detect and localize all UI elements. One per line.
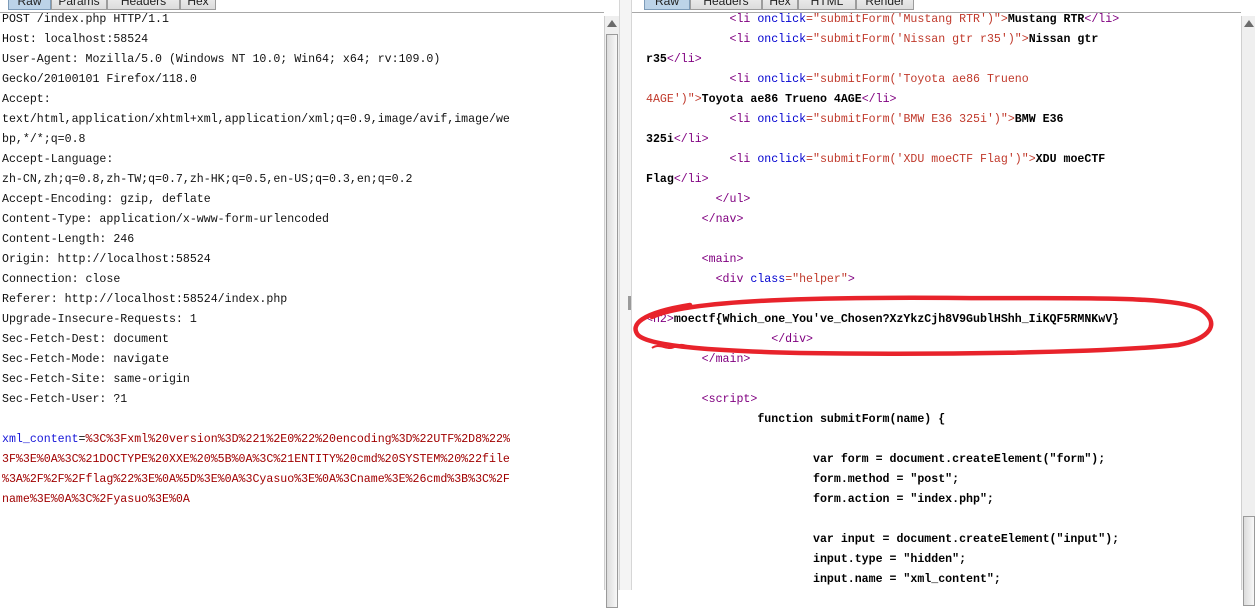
header-sec-fetch-dest: Sec-Fetch-Dest: document bbox=[2, 333, 169, 346]
request-panel: Raw Params Headers Hex POST /index.php H… bbox=[0, 0, 604, 590]
nav-close: </nav> bbox=[701, 213, 744, 226]
header-accept-value-cont: bp,*/*;q=0.8 bbox=[2, 133, 86, 146]
script-line: input.type = "hidden"; bbox=[812, 553, 967, 566]
script-line: form.action = "index.php"; bbox=[812, 493, 994, 506]
main-close: </main> bbox=[701, 353, 751, 366]
request-line: POST /index.php HTTP/1.1 bbox=[2, 13, 169, 26]
li-item: <li onclick="submitForm('Toyota ae86 Tru… bbox=[729, 73, 1029, 86]
header-referer: Referer: http://localhost:58524/index.ph… bbox=[2, 293, 288, 306]
response-editor[interactable]: <li onclick="submitForm('Mustang RTR')">… bbox=[646, 10, 1119, 590]
helper-div-open: <div class="helper"> bbox=[715, 273, 855, 286]
header-content-length: Content-Length: 246 bbox=[2, 233, 135, 246]
scroll-thumb[interactable] bbox=[1243, 516, 1255, 606]
body-param-value-1: %3C%3Fxml%20version%3D%221%2E0%22%20enco… bbox=[85, 433, 510, 446]
main-open: <main> bbox=[701, 253, 744, 266]
header-accept-language: Accept-Language: bbox=[2, 153, 114, 166]
li-item-wrap: Flag bbox=[646, 173, 674, 186]
scroll-up-arrow-icon[interactable] bbox=[607, 20, 617, 27]
header-sec-fetch-site: Sec-Fetch-Site: same-origin bbox=[2, 373, 190, 386]
tab-headers[interactable]: Headers bbox=[107, 0, 180, 10]
tab-html[interactable]: HTML bbox=[798, 0, 856, 10]
li-item: <li onclick="submitForm('Nissan gtr r35'… bbox=[729, 33, 1099, 46]
body-param-value-2: 3F%3E%0A%3C%21DOCTYPE%20XXE%20%5B%0A%3C%… bbox=[2, 453, 510, 466]
splitter-grip-icon[interactable] bbox=[628, 296, 631, 310]
header-connection: Connection: close bbox=[2, 273, 121, 286]
tab-raw[interactable]: Raw bbox=[8, 0, 51, 10]
li-item: <li onclick="submitForm('XDU moeCTF Flag… bbox=[729, 153, 1106, 166]
tab-hex[interactable]: Hex bbox=[180, 0, 216, 10]
header-user-agent-cont: Gecko/20100101 Firefox/118.0 bbox=[2, 73, 197, 86]
scroll-thumb[interactable] bbox=[606, 34, 618, 608]
response-scrollbar[interactable] bbox=[1241, 16, 1255, 606]
ul-close: </ul> bbox=[715, 193, 751, 206]
body-param-value-3: %3A%2F%2F%2Fflag%22%3E%0A%5D%3E%0A%3Cyas… bbox=[2, 473, 510, 486]
li-item-wrap: 4AGE' bbox=[646, 93, 681, 106]
header-host: Host: localhost:58524 bbox=[2, 33, 149, 46]
body-param-eq: = bbox=[78, 433, 86, 446]
li-item-wrap: 325i bbox=[646, 133, 674, 146]
header-origin: Origin: http://localhost:58524 bbox=[2, 253, 211, 266]
header-accept-language-value: zh-CN,zh;q=0.8,zh-TW;q=0.7,zh-HK;q=0.5,e… bbox=[2, 173, 413, 186]
header-accept: Accept: bbox=[2, 93, 51, 106]
helper-div-close: </div> bbox=[771, 333, 813, 346]
tab-hex[interactable]: Hex bbox=[762, 0, 798, 10]
header-sec-fetch-user: Sec-Fetch-User: ?1 bbox=[2, 393, 128, 406]
flag-text: moectf{Which_one_You've_Chosen?XzYkzCjh8… bbox=[673, 313, 1120, 326]
flag-heading: <h2>moectf{Which_one_You've_Chosen?XzYkz… bbox=[646, 313, 1120, 326]
tab-raw[interactable]: Raw bbox=[644, 0, 690, 10]
header-content-type: Content-Type: application/x-www-form-url… bbox=[2, 213, 329, 226]
response-panel: Raw Headers Hex HTML Render <li onclick=… bbox=[632, 0, 1241, 590]
script-line: function submitForm(name) { bbox=[757, 413, 946, 426]
request-scrollbar[interactable] bbox=[604, 16, 619, 608]
li-item: <li onclick="submitForm('BMW E36 325i')"… bbox=[729, 113, 1064, 126]
tab-render[interactable]: Render bbox=[856, 0, 914, 10]
script-line: input.name = "xml_content"; bbox=[812, 573, 1001, 586]
tab-params[interactable]: Params bbox=[51, 0, 107, 10]
header-user-agent: User-Agent: Mozilla/5.0 (Windows NT 10.0… bbox=[2, 53, 441, 66]
script-line: form.method = "post"; bbox=[812, 473, 960, 486]
pane-splitter[interactable] bbox=[619, 0, 632, 590]
script-line: var form = document.createElement("form"… bbox=[812, 453, 1106, 466]
header-sec-fetch-mode: Sec-Fetch-Mode: navigate bbox=[2, 353, 169, 366]
header-upgrade-insecure: Upgrade-Insecure-Requests: 1 bbox=[2, 313, 197, 326]
scroll-up-arrow-icon[interactable] bbox=[1244, 20, 1254, 27]
body-param-value-4: name%3E%0A%3C%2Fyasuo%3E%0A bbox=[2, 493, 190, 506]
tab-headers[interactable]: Headers bbox=[690, 0, 762, 10]
li-item: <li onclick="submitForm('Mustang RTR')">… bbox=[729, 13, 1120, 26]
body-param-name: xml_content bbox=[2, 433, 79, 446]
header-accept-value: text/html,application/xhtml+xml,applicat… bbox=[2, 113, 510, 126]
script-line: var input = document.createElement("inpu… bbox=[812, 533, 1120, 546]
header-accept-encoding: Accept-Encoding: gzip, deflate bbox=[2, 193, 211, 206]
li-item-wrap: r35 bbox=[646, 53, 667, 66]
script-open: <script> bbox=[701, 393, 758, 406]
request-editor[interactable]: POST /index.php HTTP/1.1 Host: localhost… bbox=[2, 10, 510, 510]
